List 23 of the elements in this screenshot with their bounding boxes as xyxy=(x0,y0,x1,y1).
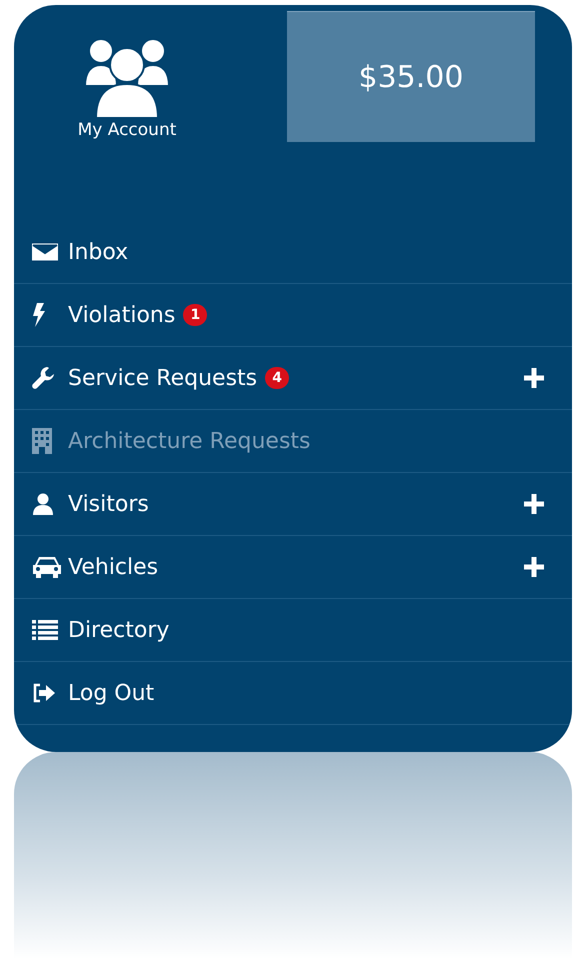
menu-item[interactable]: Inbox xyxy=(14,221,572,283)
menu-item[interactable]: Directory xyxy=(14,599,572,661)
balance-panel: $35.00 xyxy=(287,12,535,142)
menu-item[interactable]: Service Requests 4 xyxy=(14,347,572,409)
car-icon xyxy=(32,556,62,578)
envelope-icon xyxy=(32,242,58,262)
account-label[interactable]: My Account xyxy=(78,120,176,140)
count-badge: 4 xyxy=(265,367,290,389)
menu-item[interactable]: Log Out xyxy=(14,662,572,724)
logout-icon xyxy=(32,683,56,703)
plus-icon[interactable] xyxy=(524,557,544,577)
menu-item[interactable]: Vehicles xyxy=(14,536,572,598)
count-badge: 1 xyxy=(183,304,208,326)
menu-item[interactable]: Visitors xyxy=(14,473,572,535)
bolt-icon xyxy=(32,303,46,327)
plus-icon[interactable] xyxy=(524,494,544,514)
plus-icon[interactable] xyxy=(524,368,544,388)
users-icon[interactable] xyxy=(84,38,170,118)
wrench-icon xyxy=(32,366,56,390)
list-icon xyxy=(32,620,58,640)
building-icon xyxy=(32,428,52,454)
menu-item[interactable]: Violations 1 xyxy=(14,284,572,346)
user-icon xyxy=(32,493,54,515)
